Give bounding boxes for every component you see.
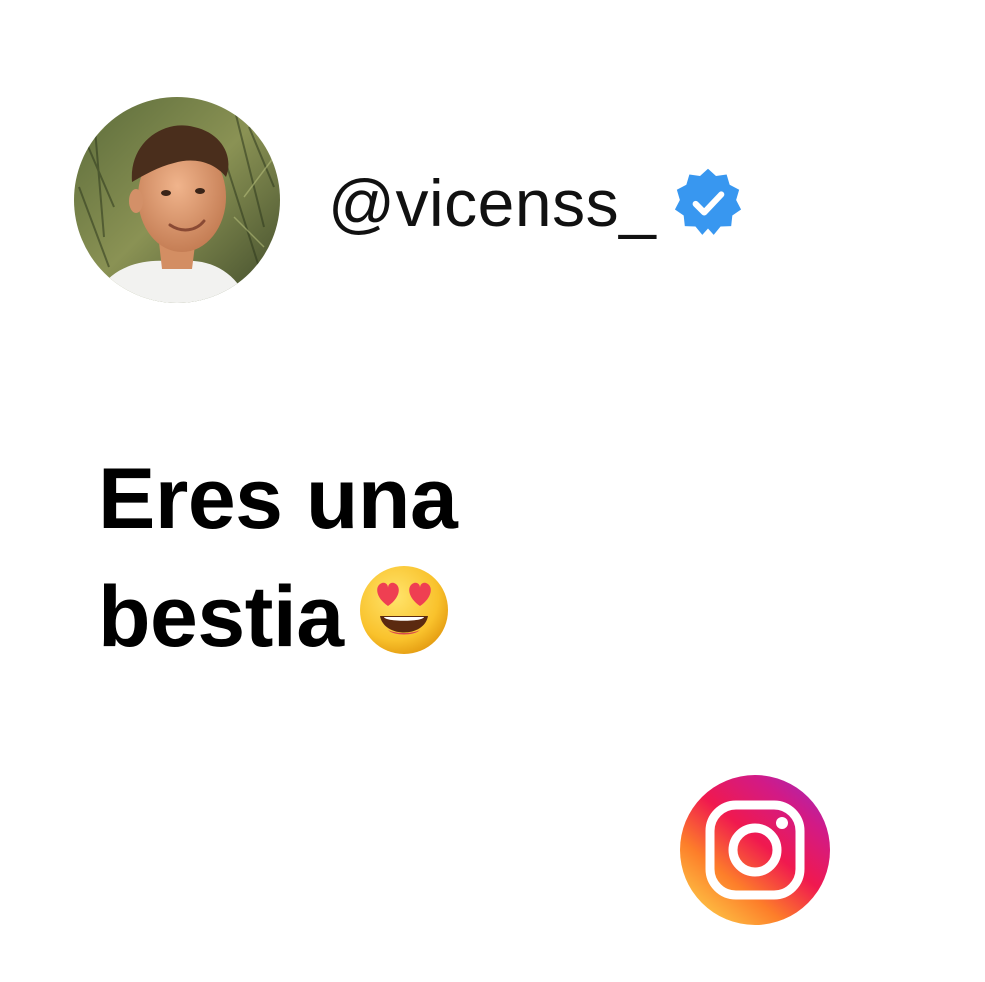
avatar-photo	[74, 97, 280, 303]
verified-badge-icon	[675, 168, 742, 235]
username-handle[interactable]: @vicenss_	[328, 170, 656, 236]
comment-line-1: Eres una	[98, 451, 458, 547]
comment-line-2: bestia	[98, 569, 344, 665]
comment-text: Eres una bestia	[98, 440, 658, 676]
comment-line-2-wrapper: bestia	[98, 558, 658, 676]
heart-eyes-emoji-icon	[358, 564, 450, 656]
quote-card: @vicenss_ Eres una bestia	[0, 0, 985, 982]
profile-header: @vicenss_	[328, 160, 746, 246]
instagram-logo-icon	[680, 775, 830, 925]
avatar	[74, 97, 280, 303]
